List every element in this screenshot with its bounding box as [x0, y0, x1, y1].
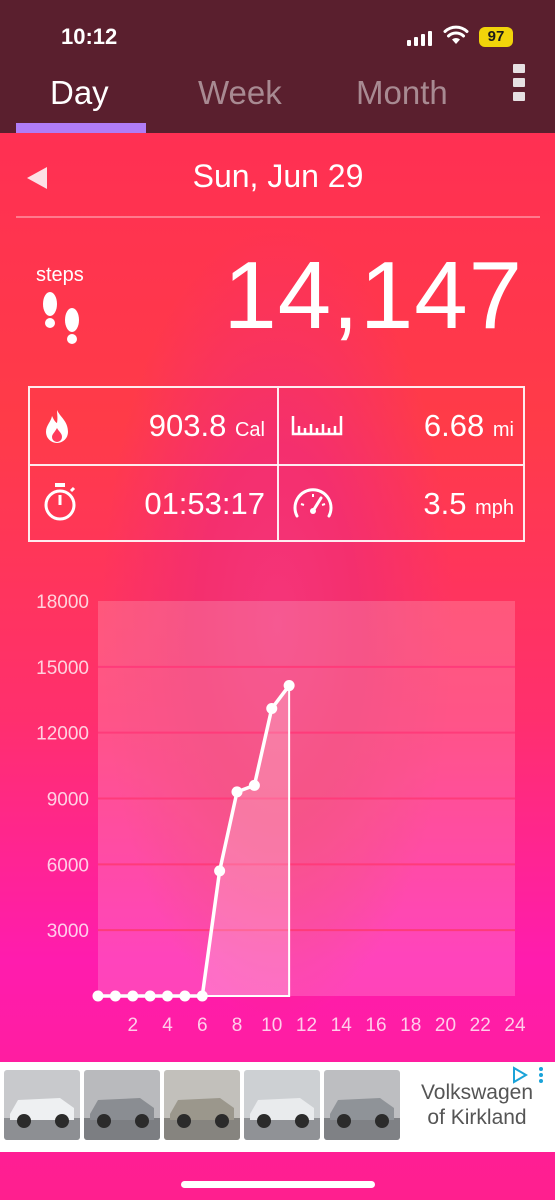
- tab-week[interactable]: Week: [198, 74, 282, 112]
- chart-y-tick-label: 6000: [47, 855, 89, 876]
- distance-value: 6.68 mi: [423, 408, 514, 443]
- steps-hourly-chart: 3000600090001200015000180002 4 6 8 10 12 14 16 1…: [36, 592, 526, 1036]
- chart-x-tick-label: 12: [296, 1015, 317, 1036]
- steps-count: 14,147: [223, 242, 523, 349]
- chart-y-tick-label: 15000: [36, 658, 89, 679]
- chart-x-tick-label: 10: [261, 1015, 282, 1036]
- chart-data-point: [179, 990, 191, 1002]
- chart-x-tick-label: 18: [400, 1015, 421, 1036]
- distance-cell: 6.68 mi: [279, 388, 526, 464]
- speedometer-icon: [293, 488, 333, 518]
- overflow-menu-icon[interactable]: [513, 64, 527, 101]
- chart-data-point: [196, 990, 208, 1002]
- flame-icon: [46, 410, 68, 443]
- wifi-icon: [443, 25, 469, 44]
- car-thumbnail-image[interactable]: [324, 1070, 400, 1140]
- period-tabs: Day Week Month: [0, 64, 555, 133]
- tab-selected-indicator: [16, 123, 146, 133]
- chart-data-point: [109, 990, 121, 1002]
- duration-value: 01:53:17: [144, 486, 265, 521]
- chart-x-tick-label: 22: [470, 1015, 491, 1036]
- chart-data-point: [144, 990, 156, 1002]
- chart-x-tick-label: 20: [435, 1015, 456, 1036]
- chart-x-tick-label: 2: [127, 1015, 138, 1036]
- footprints-icon: [43, 292, 79, 344]
- ad-banner[interactable]: Volkswagen of Kirkland: [0, 1062, 555, 1152]
- chart-x-tick-label: 24: [504, 1015, 526, 1036]
- chart-data-point: [231, 786, 243, 798]
- chart-data-point: [266, 703, 278, 715]
- tab-day[interactable]: Day: [50, 74, 109, 112]
- car-thumbnail-image[interactable]: [4, 1070, 80, 1140]
- status-time: 10:12: [61, 24, 118, 49]
- chart-data-point: [162, 990, 173, 1002]
- calories-cell: 903.8 Cal: [30, 388, 277, 464]
- chart-data-point: [127, 990, 139, 1002]
- chart-y-tick-label: 9000: [47, 790, 89, 811]
- steps-label: steps: [36, 264, 84, 286]
- ad-choices-icon[interactable]: [511, 1066, 549, 1086]
- chart-x-tick-label: 14: [331, 1015, 353, 1036]
- cellular-signal-icon: [407, 31, 432, 46]
- chart-x-tick-label: 16: [365, 1015, 386, 1036]
- chart-data-point: [214, 865, 226, 877]
- car-thumbnail-image[interactable]: [244, 1070, 320, 1140]
- chart-x-tick-label: 4: [162, 1015, 173, 1036]
- speed-value: 3.5 mph: [423, 486, 514, 521]
- chart-y-tick-label: 3000: [47, 921, 89, 942]
- ruler-icon: [291, 416, 343, 436]
- date-navigator: Sun, Jun 29: [16, 140, 540, 218]
- chart-y-tick-label: 12000: [36, 724, 89, 745]
- chart-data-point: [248, 779, 260, 791]
- chart-data-point: [283, 680, 295, 692]
- tab-month[interactable]: Month: [356, 74, 448, 112]
- stats-grid: 903.8 Cal 6.68 mi 01:53:17 3.5 mph: [28, 386, 525, 542]
- battery-indicator: 97: [479, 27, 513, 47]
- home-indicator: [181, 1181, 375, 1188]
- chart-x-tick-label: 8: [232, 1015, 243, 1036]
- top-bar: 10:12 97 Day Week Month: [0, 0, 555, 133]
- chart-y-tick-label: 18000: [36, 592, 89, 613]
- ad-advertiser-name[interactable]: Volkswagen of Kirkland: [414, 1080, 540, 1130]
- chart-x-tick-label: 6: [197, 1015, 208, 1036]
- car-thumbnail-image[interactable]: [164, 1070, 240, 1140]
- chart-data-point: [92, 990, 104, 1002]
- car-thumbnail-image[interactable]: [84, 1070, 160, 1140]
- stopwatch-icon: [44, 483, 76, 521]
- calories-value: 903.8 Cal: [148, 408, 265, 443]
- speed-cell: 3.5 mph: [279, 466, 526, 542]
- duration-cell: 01:53:17: [30, 466, 277, 542]
- date-label: Sun, Jun 29: [192, 158, 364, 194]
